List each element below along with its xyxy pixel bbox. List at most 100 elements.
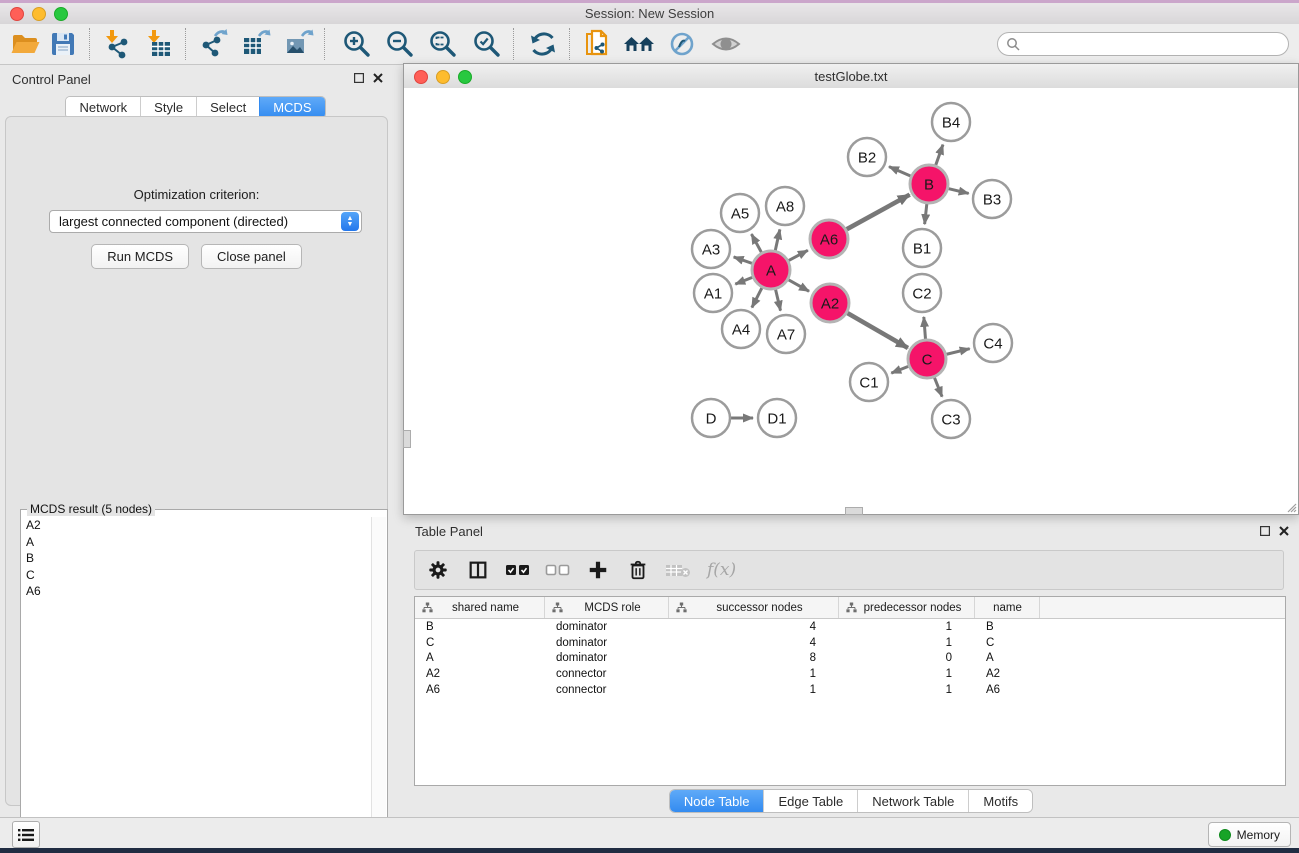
zoom-in-button[interactable] (340, 27, 374, 61)
delete-columns-button[interactable] (625, 557, 651, 583)
graph-node-B1[interactable]: B1 (903, 229, 941, 267)
close-table-panel-icon[interactable] (1279, 526, 1289, 536)
memory-button[interactable]: Memory (1208, 822, 1291, 847)
table-row-a2[interactable]: A2connector11A2 (415, 666, 1285, 682)
zoom-out-button[interactable] (383, 27, 417, 61)
export-network-button[interactable] (196, 27, 230, 61)
graph-edge-C-C3[interactable] (933, 375, 942, 397)
show-panels-button[interactable] (12, 821, 40, 848)
graph-edge-A-A5[interactable] (751, 234, 762, 255)
zoom-window-button[interactable] (54, 7, 68, 21)
close-network-button[interactable] (414, 70, 428, 84)
graph-node-A7[interactable]: A7 (767, 315, 805, 353)
table-cell[interactable]: A6 (415, 684, 545, 696)
float-panel-icon[interactable] (354, 73, 364, 83)
table-cell[interactable]: 1 (669, 684, 839, 696)
table-options-button[interactable] (425, 557, 451, 583)
show-home-button[interactable] (622, 27, 656, 61)
float-table-panel-icon[interactable] (1260, 526, 1270, 536)
search-box[interactable] (997, 32, 1289, 56)
table-cell[interactable]: 1 (669, 668, 839, 680)
table-cell[interactable]: B (415, 621, 545, 633)
delete-table-button[interactable] (665, 557, 691, 583)
table-cell[interactable]: C (975, 637, 1040, 649)
left-edge-grip[interactable] (403, 430, 411, 448)
graph-node-A4[interactable]: A4 (722, 310, 760, 348)
table-row-a6[interactable]: A6connector11A6 (415, 682, 1285, 698)
graph-edge-B-B3[interactable] (946, 188, 969, 194)
tab-edge-table[interactable]: Edge Table (763, 790, 857, 812)
table-cell[interactable]: dominator (545, 652, 669, 664)
export-image-button[interactable] (281, 27, 315, 61)
graph-edge-C-C2[interactable] (924, 317, 926, 342)
network-window-titlebar[interactable]: testGlobe.txt (404, 64, 1298, 89)
table-cell[interactable]: A2 (415, 668, 545, 680)
tab-motifs[interactable]: Motifs (968, 790, 1032, 812)
graph-node-C[interactable]: C (908, 340, 946, 378)
search-input[interactable] (1025, 36, 1288, 52)
table-cell[interactable]: 4 (669, 637, 839, 649)
resize-grip-icon[interactable] (1284, 500, 1297, 513)
table-row-c[interactable]: Cdominator41C (415, 635, 1285, 651)
table-cell[interactable]: connector (545, 668, 669, 680)
graph-node-B2[interactable]: B2 (848, 138, 886, 176)
graph-edge-A2-C[interactable] (845, 311, 908, 348)
unselect-all-columns-button[interactable] (545, 557, 571, 583)
column-header-name[interactable]: name (975, 597, 1040, 618)
table-cell[interactable]: 1 (839, 637, 975, 649)
graph-node-C3[interactable]: C3 (932, 400, 970, 438)
graph-node-A[interactable]: A (752, 251, 790, 289)
table-cell[interactable]: 1 (839, 684, 975, 696)
table-cell[interactable]: B (975, 621, 1040, 633)
graph-node-B[interactable]: B (910, 165, 948, 203)
graph-edge-B-B4[interactable] (935, 145, 943, 168)
graph-node-C2[interactable]: C2 (903, 274, 941, 312)
save-session-button[interactable] (46, 27, 80, 61)
graph-edge-A-A6[interactable] (786, 250, 808, 262)
zoom-fit-button[interactable] (426, 27, 460, 61)
graph-node-B3[interactable]: B3 (973, 180, 1011, 218)
close-panel-icon[interactable] (373, 73, 383, 83)
graph-node-D1[interactable]: D1 (758, 399, 796, 437)
table-cell[interactable]: 1 (839, 668, 975, 680)
mcds-result-item[interactable]: A6 (22, 583, 372, 600)
add-column-button[interactable] (585, 557, 611, 583)
bottom-edge-grip[interactable] (845, 507, 863, 515)
zoom-network-button[interactable] (458, 70, 472, 84)
graph-edge-C-C4[interactable] (944, 349, 970, 355)
graph-node-C1[interactable]: C1 (850, 363, 888, 401)
column-header-mcds-role[interactable]: MCDS role (545, 597, 669, 618)
table-row-a[interactable]: Adominator80A (415, 650, 1285, 666)
graph-edge-A6-B[interactable] (844, 195, 910, 231)
table-cell[interactable]: dominator (545, 637, 669, 649)
mcds-result-scrollbar[interactable] (371, 517, 386, 849)
mcds-result-item[interactable]: C (22, 567, 372, 584)
select-all-columns-button[interactable] (505, 557, 531, 583)
graph-node-B4[interactable]: B4 (932, 103, 970, 141)
clone-network-button[interactable] (580, 27, 614, 61)
function-builder-button[interactable]: f(x) (707, 560, 736, 580)
table-cell[interactable]: A (975, 652, 1040, 664)
table-cell[interactable]: 4 (669, 621, 839, 633)
run-mcds-button[interactable]: Run MCDS (91, 244, 189, 269)
graph-node-A1[interactable]: A1 (694, 274, 732, 312)
tab-network[interactable]: Network (66, 97, 140, 118)
apply-layout-button[interactable] (526, 27, 560, 61)
column-header-shared-name[interactable]: shared name (415, 597, 545, 618)
mcds-result-item[interactable]: A (22, 534, 372, 551)
graph-node-A8[interactable]: A8 (766, 187, 804, 225)
graph-edge-A-A4[interactable] (752, 285, 763, 307)
graph-node-C4[interactable]: C4 (974, 324, 1012, 362)
close-panel-button[interactable]: Close panel (201, 244, 302, 269)
tab-select[interactable]: Select (196, 97, 259, 118)
table-cell[interactable]: A6 (975, 684, 1040, 696)
graph-edge-A-A8[interactable] (775, 229, 780, 253)
open-session-button[interactable] (8, 27, 42, 61)
export-table-button[interactable] (238, 27, 272, 61)
import-table-button[interactable] (142, 27, 176, 61)
column-selector-button[interactable] (465, 557, 491, 583)
criterion-select[interactable]: largest connected component (directed) ▲… (49, 210, 362, 233)
table-cell[interactable]: A2 (975, 668, 1040, 680)
network-canvas[interactable]: B4B2BB3A5A8A6A3B1AA1C2A2A4A7CC4C1C3DD1 (404, 88, 1298, 514)
table-cell[interactable]: dominator (545, 621, 669, 633)
